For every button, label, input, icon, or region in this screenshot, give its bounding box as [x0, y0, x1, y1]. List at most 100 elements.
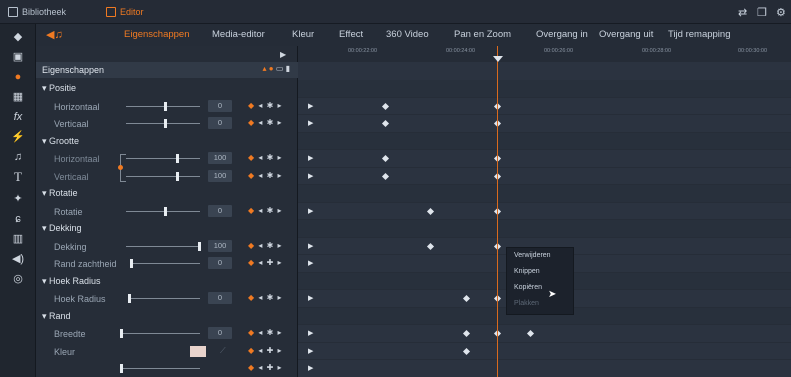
keyframe-controls[interactable]: ◆ ◂ ✱ ▸ [248, 153, 283, 162]
timeline-ruler[interactable]: 00:00:22:00 00:00:24:00 00:00:26:00 00:0… [298, 46, 791, 62]
tab-eigenschappen[interactable]: Eigenschappen [124, 29, 190, 40]
keyframe-controls[interactable]: ◆ ◂ ✱ ▸ [248, 171, 283, 180]
keyframe-controls[interactable]: ◆ ◂ ✚ ▸ [248, 346, 283, 355]
slider[interactable] [126, 206, 200, 216]
group-dekking[interactable]: ▾ Dekking [36, 220, 298, 238]
prop-rand-zachtheid: Rand zachtheid 0 ◆ ◂ ✚ ▸ [36, 255, 298, 273]
timeline-row: ▶ [298, 360, 791, 377]
value-field[interactable]: 0 [208, 99, 232, 112]
slider[interactable] [130, 259, 200, 268]
music-icon[interactable]: ♫ [11, 150, 25, 164]
grid-icon[interactable]: ▥ [11, 232, 25, 246]
keyframe[interactable] [426, 207, 435, 215]
slider[interactable] [120, 329, 200, 338]
slider-knob[interactable] [176, 171, 179, 181]
slider[interactable] [126, 119, 200, 128]
keyframe[interactable] [381, 119, 390, 128]
slider-knob[interactable] [120, 329, 123, 338]
value-field[interactable]: 100 [208, 152, 232, 164]
tab-library[interactable]: Bibliotheek [8, 7, 66, 17]
group-hoek-radius[interactable]: ▾ Hoek Radius [36, 273, 298, 291]
audio-video-toggle-icon[interactable]: ◀♫ [46, 28, 63, 41]
magic-icon[interactable]: ✦ [11, 192, 25, 206]
tab-pan-en-zoom[interactable]: Pan en Zoom [454, 29, 511, 40]
keyframe[interactable] [426, 242, 435, 250]
play-icon[interactable]: ▶ [280, 50, 286, 59]
tab-overgang-in[interactable]: Overgang in [536, 29, 588, 40]
group-positie[interactable]: ▾ Positie [36, 80, 298, 98]
tab-effect[interactable]: Effect [339, 29, 363, 40]
keyframe-controls[interactable]: ◆ ◂ ✱ ▸ [248, 101, 283, 110]
group-rand[interactable]: ▾ Rand [36, 308, 298, 326]
keyframe[interactable] [462, 347, 471, 355]
menu-item-kopieren[interactable]: Kopiëren [514, 284, 542, 291]
value-field[interactable]: 0 [208, 204, 232, 217]
tab-editor[interactable]: Editor [106, 7, 144, 17]
aspect-lock-dot[interactable] [118, 165, 123, 170]
keyframe-controls[interactable]: ◆ ◂ ✱ ▸ [248, 118, 283, 127]
photo-icon[interactable]: ▦ [11, 90, 25, 104]
slider-knob[interactable] [164, 101, 167, 111]
slider-knob[interactable] [120, 364, 123, 373]
prop-label: Verticaal [54, 171, 89, 182]
keyframe[interactable] [381, 172, 390, 180]
slider-knob[interactable] [164, 119, 167, 128]
color-swatch[interactable] [190, 345, 206, 357]
slider-knob[interactable] [164, 206, 167, 216]
slider[interactable] [128, 294, 200, 303]
value-field[interactable]: 0 [208, 257, 232, 269]
tab-overgang-uit[interactable]: Overgang uit [599, 29, 653, 40]
value-field[interactable]: 0 [208, 327, 232, 339]
keyframe-timeline[interactable]: 00:00:22:00 00:00:24:00 00:00:26:00 00:0… [298, 46, 791, 377]
group-rotatie[interactable]: ▾ Rotatie [36, 185, 298, 203]
keyframe[interactable] [462, 329, 471, 338]
share-icon[interactable]: ⇄ [738, 6, 747, 19]
value-field[interactable]: 0 [208, 292, 232, 304]
keyframe-controls[interactable]: ◆ ◂ ✱ ▸ [248, 293, 283, 302]
motion-icon[interactable]: ɕ [11, 212, 25, 226]
transition-icon[interactable]: ⚡ [11, 130, 25, 144]
menu-item-verwijderen[interactable]: Verwijderen [514, 252, 551, 259]
text-icon[interactable]: T [11, 170, 25, 184]
slider[interactable] [126, 171, 200, 181]
keyframe-controls[interactable]: ◆ ◂ ✱ ▸ [248, 241, 283, 250]
value-field[interactable]: 0 [208, 117, 232, 129]
tab-media-editor[interactable]: Media-editor [212, 29, 265, 40]
keyframe-controls[interactable]: ◆ ◂ ✚ ▸ [248, 258, 283, 267]
slider[interactable] [126, 241, 201, 251]
settings-icon[interactable]: ⚙ [776, 6, 786, 19]
group-grootte[interactable]: ▾ Grootte [36, 133, 298, 151]
tab-tijd-remapping[interactable]: Tijd remapping [668, 29, 730, 40]
keyframe-controls[interactable]: ◆ ◂ ✚ ▸ [248, 363, 283, 372]
media-icon[interactable]: ▣ [11, 50, 25, 64]
slider-knob[interactable] [130, 259, 133, 268]
slider-knob[interactable] [128, 294, 131, 303]
slider[interactable] [126, 154, 200, 163]
slider[interactable] [126, 101, 200, 111]
eyedropper-icon[interactable]: ⟋ [220, 346, 226, 356]
keyframe[interactable] [381, 102, 390, 110]
slider[interactable] [120, 364, 200, 373]
disc-icon[interactable]: ◎ [11, 272, 25, 286]
playhead-line[interactable] [497, 46, 498, 377]
keyframe[interactable] [381, 154, 390, 163]
slider-knob[interactable] [176, 154, 179, 163]
track-start-icon: ▶ [308, 347, 314, 355]
keyframe-controls[interactable]: ◆ ◂ ✱ ▸ [248, 328, 283, 337]
menu-item-knippen[interactable]: Knippen [514, 268, 540, 275]
slider-knob[interactable] [198, 241, 201, 251]
value-field[interactable]: 100 [208, 169, 232, 182]
color-icon[interactable]: ● [11, 70, 25, 84]
window-icon[interactable]: ❐ [757, 6, 767, 19]
layers-icon[interactable]: ◆ [11, 30, 25, 44]
keyframe-controls[interactable]: ◆ ◂ ✱ ▸ [248, 206, 283, 215]
value-field[interactable]: 100 [208, 239, 232, 252]
playhead-handle[interactable] [493, 56, 503, 62]
tab-360-video[interactable]: 360 Video [386, 29, 429, 40]
fx-icon[interactable]: fx [11, 110, 25, 124]
keyframe[interactable] [526, 329, 535, 338]
panel-header-icons[interactable]: ▴ ● ▭ ▮ [263, 64, 290, 73]
audio-icon[interactable]: ◀) [11, 252, 25, 266]
keyframe[interactable] [462, 294, 471, 303]
tab-kleur[interactable]: Kleur [292, 29, 314, 40]
